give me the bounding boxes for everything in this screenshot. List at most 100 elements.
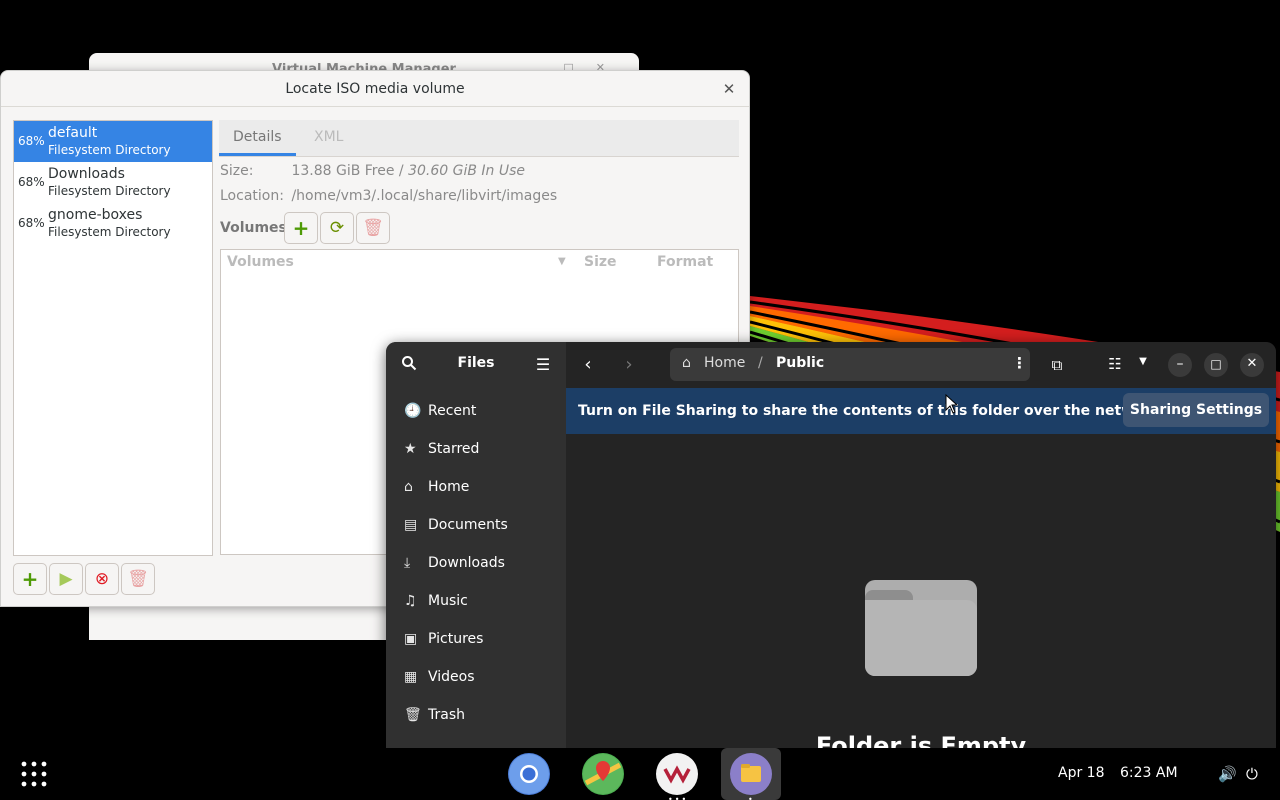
add-pool-button[interactable]: + xyxy=(13,563,47,595)
home-icon: ⌂ xyxy=(404,479,413,495)
folder-search-icon[interactable]: ⧉ xyxy=(1047,356,1067,374)
sidebar-item-label: Trash xyxy=(428,707,465,723)
pool-usage: 68% xyxy=(18,175,45,189)
sidebar-item-home[interactable]: ⌂ Home xyxy=(404,468,554,506)
pool-type: Filesystem Directory xyxy=(48,225,171,239)
column-size[interactable]: Size xyxy=(584,250,617,274)
files-headerbar: ‹ › ⌂ Home / Public ⋮ ⧉ ☷ ▼ – □ ✕ xyxy=(566,342,1276,388)
tab-details[interactable]: Details xyxy=(219,120,296,156)
sidebar-item-label: Home xyxy=(428,479,470,495)
download-icon: ⤓ xyxy=(404,555,411,571)
picture-icon: ▣ xyxy=(404,631,418,647)
location-label: Location: xyxy=(220,188,284,204)
pool-name: default xyxy=(48,125,98,141)
size-in-use: 30.60 GiB In Use xyxy=(408,163,526,179)
files-window: Files ☰ 🕘 Recent ★ Starred ⌂ Home ▤ Document… xyxy=(386,342,1276,752)
pool-type: Filesystem Directory xyxy=(48,143,171,157)
sharing-settings-button[interactable]: Sharing Settings xyxy=(1123,393,1269,427)
clock-icon: 🕘 xyxy=(404,403,422,419)
files-sidebar: Files ☰ 🕘 Recent ★ Starred ⌂ Home ▤ Document… xyxy=(386,342,566,752)
dialog-close-button[interactable]: ✕ xyxy=(719,79,739,99)
pool-item-gnome-boxes[interactable]: 68% gnome-boxes Filesystem Directory xyxy=(14,203,212,244)
forward-icon[interactable]: › xyxy=(621,354,637,375)
sidebar-item-label: Downloads xyxy=(428,555,505,571)
file-sharing-banner: Turn on File Sharing to share the conten… xyxy=(566,388,1276,434)
time-label[interactable]: 6:23 AM xyxy=(1120,765,1178,781)
add-volume-button[interactable]: + xyxy=(284,212,318,244)
stop-pool-button[interactable]: ⊗ xyxy=(85,563,119,595)
running-indicator: • xyxy=(748,795,753,800)
sidebar-item-pictures[interactable]: ▣ Pictures xyxy=(404,620,554,658)
maximize-icon[interactable]: □ xyxy=(1204,353,1228,377)
list-view-icon[interactable]: ☷ xyxy=(1106,355,1124,373)
sidebar-item-label: Music xyxy=(428,593,468,609)
back-icon[interactable]: ‹ xyxy=(580,354,596,375)
desktop: Virtual Machine Manager □✕ Locate ISO me… xyxy=(0,0,1280,800)
delete-pool-button[interactable]: 🗑 xyxy=(121,563,155,595)
volume-icon[interactable]: 🔊 xyxy=(1218,765,1237,783)
app-grid-icon[interactable] xyxy=(20,760,48,788)
document-icon: ▤ xyxy=(404,517,418,533)
breadcrumb-current[interactable]: Public xyxy=(776,355,824,371)
trash-icon: 🗑 xyxy=(404,707,422,723)
sidebar-item-label: Recent xyxy=(428,403,477,419)
pool-item-downloads[interactable]: 68% Downloads Filesystem Directory xyxy=(14,162,212,203)
date-label[interactable]: Apr 18 xyxy=(1058,765,1104,781)
maps-icon[interactable] xyxy=(582,753,624,795)
delete-volume-button[interactable]: 🗑 xyxy=(356,212,390,244)
sidebar-item-documents[interactable]: ▤ Documents xyxy=(404,506,554,544)
power-icon[interactable]: ⏻ xyxy=(1246,765,1258,783)
mouse-pointer-icon xyxy=(945,394,959,414)
path-bar: ⌂ Home / Public ⋮ xyxy=(670,348,1030,381)
volumes-table-header: Volumes ▼ Size Format xyxy=(221,250,738,276)
kebab-menu-icon[interactable]: ⋮ xyxy=(1012,354,1027,372)
minimize-icon[interactable]: – xyxy=(1168,353,1192,377)
banner-message: Turn on File Sharing to share the conten… xyxy=(578,403,1160,419)
chevron-down-icon[interactable]: ▼ xyxy=(1136,356,1150,367)
star-icon: ★ xyxy=(404,441,417,457)
sidebar-item-downloads[interactable]: ⤓ Downloads xyxy=(404,544,554,582)
breadcrumb-home[interactable]: Home xyxy=(704,355,745,371)
sidebar-item-label: Starred xyxy=(428,441,480,457)
tab-xml[interactable]: XML xyxy=(300,120,357,156)
size-free: 13.88 GiB Free / xyxy=(291,163,404,179)
sidebar-item-label: Documents xyxy=(428,517,508,533)
files-icon[interactable] xyxy=(730,753,772,795)
sidebar-item-trash[interactable]: 🗑 Trash xyxy=(404,696,554,734)
sidebar-item-starred[interactable]: ★ Starred xyxy=(404,430,554,468)
refresh-volumes-button[interactable]: ⟳ xyxy=(320,212,354,244)
sidebar-item-videos[interactable]: ▦ Videos xyxy=(404,658,554,696)
column-volumes[interactable]: Volumes xyxy=(227,250,294,274)
video-icon: ▦ xyxy=(404,669,418,685)
location-row: Location: /home/vm3/.local/share/libvirt… xyxy=(220,188,557,204)
size-label: Size: xyxy=(220,163,254,179)
running-indicator: ••• xyxy=(668,795,689,800)
taskbar: ••• • Apr 18 6:23 AM 🔊 ⏻ xyxy=(0,748,1280,800)
virt-manager-icon[interactable] xyxy=(656,753,698,795)
detail-tabs: Details XML xyxy=(219,120,739,157)
close-icon[interactable]: ✕ xyxy=(1240,353,1264,377)
breadcrumb-separator: / xyxy=(758,355,763,371)
chromium-icon[interactable] xyxy=(508,753,550,795)
music-icon: ♫ xyxy=(404,593,417,609)
location-value: /home/vm3/.local/share/libvirt/images xyxy=(291,188,558,204)
home-icon: ⌂ xyxy=(682,355,691,371)
sidebar-item-label: Videos xyxy=(428,669,475,685)
menu-icon[interactable]: ☰ xyxy=(532,355,554,374)
pool-list: 68% default Filesystem Directory 68% Dow… xyxy=(13,120,213,556)
dialog-title: Locate ISO media volume xyxy=(1,71,749,107)
volumes-label: Volumes xyxy=(220,220,287,236)
pool-usage: 68% xyxy=(18,216,45,230)
column-format[interactable]: Format xyxy=(657,250,713,274)
pool-type: Filesystem Directory xyxy=(48,184,171,198)
pool-name: Downloads xyxy=(48,166,125,182)
sort-chevron-icon: ▼ xyxy=(558,256,566,267)
size-row: Size: 13.88 GiB Free / 30.60 GiB In Use xyxy=(220,163,525,179)
pool-name: gnome-boxes xyxy=(48,207,143,223)
sidebar-item-label: Pictures xyxy=(428,631,484,647)
pool-usage: 68% xyxy=(18,134,45,148)
sidebar-item-recent[interactable]: 🕘 Recent xyxy=(404,392,554,430)
start-pool-button[interactable]: ▶ xyxy=(49,563,83,595)
pool-item-default[interactable]: 68% default Filesystem Directory xyxy=(14,121,212,162)
sidebar-item-music[interactable]: ♫ Music xyxy=(404,582,554,620)
